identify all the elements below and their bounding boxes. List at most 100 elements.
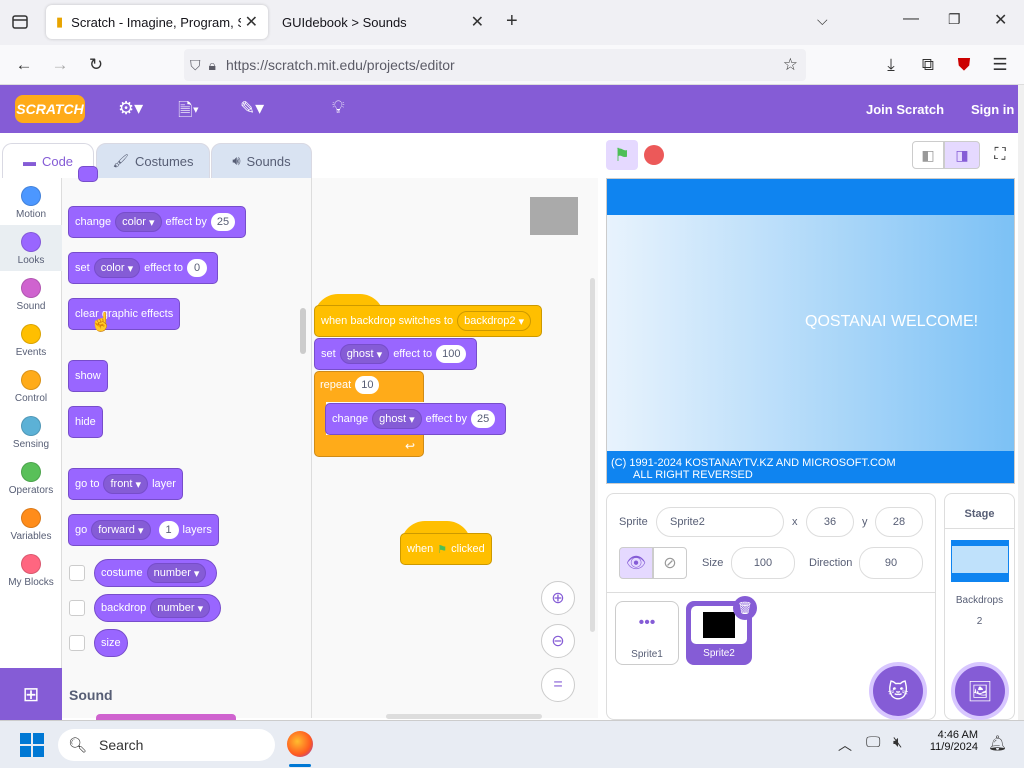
reporter-backdrop[interactable]: backdrop number ▾ bbox=[94, 594, 222, 622]
direction-dropdown[interactable]: forward ▾ bbox=[91, 520, 151, 540]
zoom-reset-button[interactable]: = bbox=[541, 668, 575, 702]
fullscreen-button[interactable]: ⛶ bbox=[986, 141, 1014, 169]
backdrop-checkbox[interactable] bbox=[69, 600, 85, 616]
taskbar-search-box[interactable]: 🔍︎ Search bbox=[58, 729, 275, 761]
scratch-logo[interactable]: SCRATCH bbox=[15, 95, 85, 123]
block-go-layers[interactable]: go forward ▾ 1 layers bbox=[68, 514, 219, 546]
category-my-blocks[interactable]: My Blocks bbox=[0, 547, 62, 593]
block-show[interactable]: show bbox=[68, 360, 108, 392]
sprite-name-input[interactable]: Sprite2 bbox=[656, 507, 784, 537]
green-flag-button[interactable]: ⚑ bbox=[606, 140, 638, 170]
tab-guidebook[interactable]: GUIdebook > Sounds ✕ bbox=[272, 5, 494, 39]
stop-button[interactable] bbox=[644, 145, 664, 165]
choose-backdrop-button[interactable]: 🖼︎ bbox=[955, 666, 1005, 716]
x-input[interactable]: 36 bbox=[806, 507, 854, 537]
block-change-effect[interactable]: change color ▾ effect by 25 bbox=[68, 206, 247, 238]
page-scrollbar[interactable] bbox=[1018, 85, 1024, 720]
add-extension-button[interactable]: ⊞ bbox=[0, 668, 62, 720]
script-set-effect[interactable]: set ghost ▾ effect to 100 bbox=[314, 338, 478, 370]
reporter-costume[interactable]: costume number ▾ bbox=[94, 559, 218, 587]
costume-dropdown[interactable]: number ▾ bbox=[146, 563, 207, 583]
palette-scrollbar[interactable] bbox=[300, 308, 306, 354]
reporter-size[interactable]: size bbox=[94, 629, 128, 657]
bookmark-star-icon[interactable]: ☆ bbox=[783, 55, 798, 75]
large-stage-button[interactable]: ◨ bbox=[944, 141, 980, 169]
category-motion[interactable]: Motion bbox=[0, 179, 62, 225]
choose-sprite-button[interactable]: 🐱︎ bbox=[873, 666, 923, 716]
clock[interactable]: 4:46 AM 11/9/2024 bbox=[918, 729, 978, 753]
y-input[interactable]: 28 bbox=[875, 507, 923, 537]
back-icon[interactable]: ← bbox=[13, 54, 35, 76]
tutorials-bulb-icon[interactable]: 💡︎ bbox=[332, 97, 345, 118]
tray-chevron-icon[interactable]: ︿ bbox=[838, 735, 852, 755]
delete-sprite-button[interactable]: 🗑︎ bbox=[733, 596, 757, 620]
tab-costumes[interactable]: 🖌︎ Costumes bbox=[96, 143, 210, 179]
volume-muted-icon[interactable]: 🔇︎ bbox=[893, 734, 902, 751]
shield-icon[interactable]: ⛉ bbox=[190, 57, 201, 74]
palette-block-partial[interactable] bbox=[78, 166, 98, 182]
small-stage-button[interactable]: ◧ bbox=[912, 141, 944, 169]
new-tab-button[interactable]: + bbox=[506, 10, 518, 33]
effect-value-input[interactable]: 25 bbox=[470, 410, 496, 428]
ublock-icon[interactable]: ⛊ bbox=[953, 54, 975, 76]
hide-sprite-button[interactable]: ⊘ bbox=[653, 547, 687, 579]
tab-list-icon[interactable] bbox=[9, 11, 31, 33]
file-menu-icon[interactable]: 🗎▾ bbox=[178, 98, 199, 128]
settings-gear-icon[interactable]: ⚙▾ bbox=[118, 98, 143, 119]
effect-dropdown[interactable]: color ▾ bbox=[93, 258, 141, 278]
effect-value-input[interactable]: 100 bbox=[436, 345, 467, 363]
tab-sounds[interactable]: 🔊︎ Sounds bbox=[211, 143, 312, 179]
backdrop-dropdown[interactable]: number ▾ bbox=[150, 598, 211, 618]
extensions-icon[interactable]: ⧉ bbox=[917, 54, 939, 76]
firefox-taskbar-icon[interactable] bbox=[287, 731, 313, 757]
effect-value-input[interactable]: 0 bbox=[187, 259, 208, 277]
downloads-icon[interactable]: ⤓ bbox=[880, 54, 902, 76]
effect-dropdown[interactable]: color ▾ bbox=[115, 212, 162, 232]
restore-icon[interactable]: ❐ bbox=[948, 11, 961, 28]
category-operators[interactable]: Operators bbox=[0, 455, 62, 501]
script-change-effect[interactable]: change ghost ▾ effect by 25 bbox=[325, 403, 507, 435]
script-horizontal-scrollbar[interactable] bbox=[386, 714, 542, 719]
direction-input[interactable]: 90 bbox=[859, 547, 923, 579]
tab-scratch[interactable]: ▮ Scratch - Imagine, Program, Sh ✕ bbox=[46, 5, 268, 39]
size-input[interactable]: 100 bbox=[731, 547, 795, 579]
close-tab-icon[interactable]: ✕ bbox=[245, 12, 258, 32]
category-looks[interactable]: Looks bbox=[0, 225, 62, 271]
url-text[interactable]: https://scratch.mit.edu/projects/editor bbox=[226, 57, 455, 73]
block-hide[interactable]: hide bbox=[68, 406, 103, 438]
edit-menu-icon[interactable]: ✎▾ bbox=[240, 98, 264, 119]
forward-icon[interactable]: → bbox=[49, 54, 71, 76]
layers-input[interactable]: 1 bbox=[158, 521, 179, 539]
tab-overflow-chevron-icon[interactable]: ⌵ bbox=[817, 12, 828, 29]
zoom-out-button[interactable]: ⊖ bbox=[541, 624, 575, 658]
block-go-to-layer[interactable]: go to front ▾ layer bbox=[68, 468, 183, 500]
lock-icon[interactable]: 🔒︎ bbox=[209, 57, 216, 74]
effect-dropdown[interactable]: ghost ▾ bbox=[339, 344, 390, 364]
effect-value-input[interactable]: 25 bbox=[210, 213, 236, 231]
backdrop-dropdown[interactable]: backdrop2 ▾ bbox=[457, 311, 532, 331]
notification-bell-icon[interactable]: 🔔︎ bbox=[988, 734, 1007, 752]
category-events[interactable]: Events bbox=[0, 317, 62, 363]
windows-start-icon[interactable] bbox=[20, 733, 44, 757]
reload-icon[interactable]: ↻ bbox=[85, 54, 107, 76]
sprite-tile-sprite1[interactable]: ••• Sprite1 bbox=[615, 601, 679, 665]
category-sound[interactable]: Sound bbox=[0, 271, 62, 317]
layer-dropdown[interactable]: front ▾ bbox=[103, 474, 149, 494]
script-when-backdrop-switches[interactable]: when backdrop switches to backdrop2 ▾ bbox=[314, 305, 543, 337]
zoom-in-button[interactable]: ⊕ bbox=[541, 581, 575, 615]
sign-in-link[interactable]: Sign in bbox=[971, 102, 1014, 117]
category-sensing[interactable]: Sensing bbox=[0, 409, 62, 455]
script-when-flag-clicked[interactable]: when ⚑ clicked bbox=[400, 533, 492, 565]
costume-checkbox[interactable] bbox=[69, 565, 85, 581]
effect-dropdown[interactable]: ghost ▾ bbox=[372, 409, 422, 429]
close-tab-icon[interactable]: ✕ bbox=[471, 12, 484, 32]
category-variables[interactable]: Variables bbox=[0, 501, 62, 547]
repeat-count-input[interactable]: 10 bbox=[355, 376, 380, 394]
block-clear-graphic-effects[interactable]: clear graphic effects bbox=[68, 298, 181, 330]
stage-canvas[interactable]: QOSTANAI WELCOME! (C) 1991-2024 KOSTANAY… bbox=[606, 178, 1015, 484]
minimize-icon[interactable]: — bbox=[903, 10, 919, 28]
url-bar[interactable]: ⛉ 🔒︎ https://scratch.mit.edu/projects/ed… bbox=[184, 49, 806, 81]
size-checkbox[interactable] bbox=[69, 635, 85, 651]
join-scratch-link[interactable]: Join Scratch bbox=[866, 102, 944, 117]
block-set-effect[interactable]: set color ▾ effect to 0 bbox=[68, 252, 219, 284]
